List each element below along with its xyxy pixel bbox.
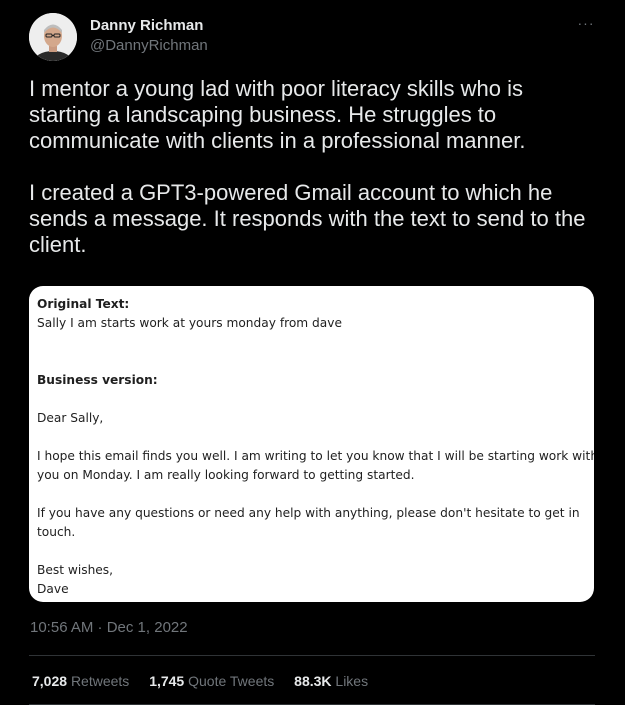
likes-count: 88.3K: [294, 673, 332, 689]
retweets-label: Retweets: [70, 673, 130, 689]
email-greeting: Dear Sally,: [37, 411, 104, 425]
tweet-timestamp[interactable]: 10:56 AM · Dec 1, 2022: [30, 619, 188, 636]
tweet: Danny Richman @DannyRichman ··· I mentor…: [0, 0, 625, 705]
retweets-stat[interactable]: 7,028 Retweets: [32, 673, 129, 689]
tweet-paragraph: I created a GPT3-powered Gmail account t…: [29, 180, 586, 257]
business-heading: Business version:: [37, 373, 158, 387]
quote-tweets-stat[interactable]: 1,745 Quote Tweets: [149, 673, 274, 689]
tweet-paragraph: I mentor a young lad with poor literacy …: [29, 76, 526, 153]
divider: [29, 655, 595, 656]
quote-tweets-count: 1,745: [149, 673, 185, 689]
engagement-stats: 7,028 Retweets 1,745 Quote Tweets 88.3K …: [32, 673, 384, 689]
email-signoff: Best wishes,: [37, 563, 114, 577]
email-body-line: If you have any questions or need any he…: [37, 506, 580, 520]
avatar[interactable]: [29, 13, 77, 61]
tweet-text: I mentor a young lad with poor literacy …: [29, 76, 599, 258]
more-horizontal-icon[interactable]: ···: [574, 12, 598, 34]
retweets-count: 7,028: [32, 673, 68, 689]
original-heading: Original Text:: [37, 297, 130, 311]
email-body-line: touch.: [37, 525, 76, 539]
media-image[interactable]: Original Text: Sally I am starts work at…: [29, 286, 594, 602]
author-handle[interactable]: @DannyRichman: [90, 37, 208, 54]
author-name[interactable]: Danny Richman: [90, 17, 203, 34]
email-body-line: I hope this email finds you well. I am w…: [37, 449, 594, 463]
likes-label: Likes: [335, 673, 369, 689]
avatar-photo: [29, 13, 77, 61]
likes-stat[interactable]: 88.3K Likes: [294, 673, 368, 689]
quote-tweets-label: Quote Tweets: [188, 673, 275, 689]
original-text: Sally I am starts work at yours monday f…: [37, 316, 342, 330]
email-signature: Dave: [37, 582, 69, 596]
email-body-line: you on Monday. I am really looking forwa…: [37, 468, 415, 482]
